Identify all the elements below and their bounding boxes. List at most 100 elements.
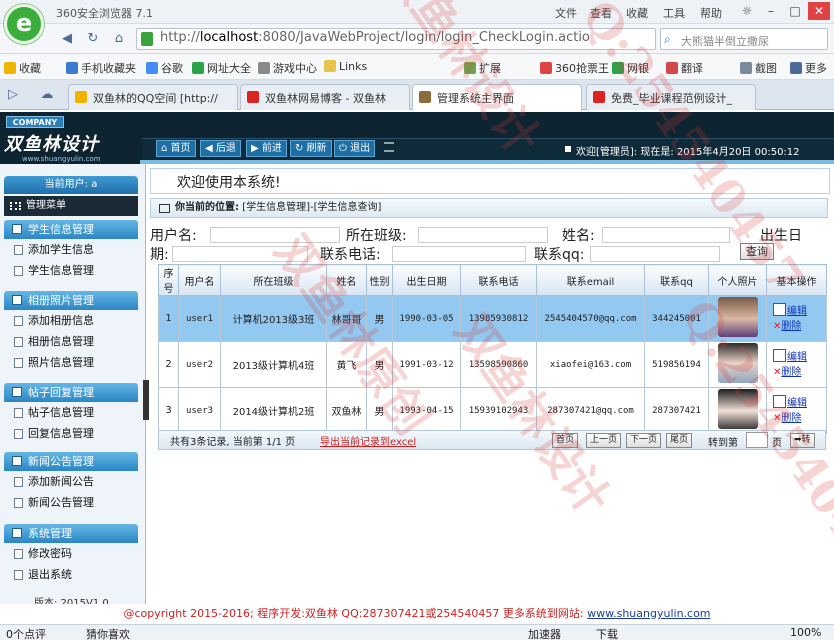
cell-phone: 15939102943: [460, 387, 537, 434]
delete-link[interactable]: 删除: [781, 321, 801, 332]
sidebar-item-photo-manage[interactable]: 照片信息管理: [6, 353, 138, 373]
sidebar-item-news-manage[interactable]: 新闻公告管理: [6, 493, 138, 513]
menu-file[interactable]: 文件: [555, 5, 577, 21]
bookmark-bank[interactable]: 网银: [612, 60, 649, 76]
cell-username: user1: [178, 295, 221, 342]
menu-tools[interactable]: 工具: [663, 5, 685, 21]
phone-input[interactable]: [392, 246, 526, 262]
cell-qq: 344245001: [644, 295, 709, 342]
nav-forward-button[interactable]: ▶ 前进: [246, 140, 287, 157]
group-album[interactable]: 相册照片管理: [4, 291, 138, 310]
table-row[interactable]: 3 user3 2014级计算机2班 双鱼林 男 1993-04-15 1593…: [158, 387, 827, 434]
sidebar-item-change-password[interactable]: 修改密码: [6, 544, 138, 564]
bookmark-sites[interactable]: 网址大全: [192, 60, 251, 76]
maximize-icon[interactable]: □: [784, 2, 806, 20]
footer-site-link[interactable]: www.shuangyulin.com: [587, 607, 710, 620]
sidebar-item-post-manage[interactable]: 帖子信息管理: [6, 403, 138, 423]
tab-free-course[interactable]: 免费_毕业课程范例设计_: [586, 84, 756, 110]
username-label: 用户名:: [150, 228, 197, 244]
delete-link[interactable]: 删除: [781, 413, 801, 424]
bookmark-tickets[interactable]: 360抢票王: [540, 60, 609, 76]
back-icon[interactable]: ◀: [58, 30, 76, 48]
sidebar-item-logout[interactable]: 退出系统: [6, 565, 138, 585]
tab-netease-blog[interactable]: 双鱼林网易博客 - 双鱼林: [240, 84, 410, 110]
folder-icon: [12, 295, 22, 305]
nav-back-button[interactable]: ◀ 后退: [200, 140, 241, 157]
home-icon[interactable]: ⌂: [110, 30, 128, 48]
bookmark-google[interactable]: 谷歌: [146, 60, 183, 76]
bookmark-extensions[interactable]: 扩展: [464, 60, 501, 76]
name-label: 姓名:: [562, 228, 595, 244]
delete-link[interactable]: 删除: [781, 367, 801, 378]
group-post[interactable]: 帖子回复管理: [4, 383, 138, 402]
edit-link[interactable]: 编辑: [787, 352, 807, 363]
phone-label: 联系电话:: [320, 247, 381, 263]
menu-favorites[interactable]: 收藏: [626, 5, 648, 21]
qq-input[interactable]: [590, 246, 720, 262]
sidebar-item-add-album[interactable]: 添加相册信息: [6, 311, 138, 331]
table-row[interactable]: 1 user1 计算机2013级3班 林哥哥 男 1990-03-05 1398…: [158, 295, 827, 342]
folder-icon: [12, 528, 22, 538]
bookmark-screenshot[interactable]: 截图: [740, 60, 777, 76]
col-header: 所在班级: [220, 264, 327, 296]
sidebar-item-add-news[interactable]: 添加新闻公告: [6, 472, 138, 492]
edit-link[interactable]: 编辑: [787, 398, 807, 409]
birth-input[interactable]: [172, 246, 308, 262]
sidebar-item-album-manage[interactable]: 相册信息管理: [6, 332, 138, 352]
cloud-icon[interactable]: ☁: [38, 86, 56, 104]
next-page-button[interactable]: 下一页: [626, 433, 662, 448]
search-input[interactable]: 大熊猫半倒立撒尿: [660, 28, 828, 50]
sidebar-item-student-manage[interactable]: 学生信息管理: [6, 261, 138, 281]
cell-gender: 男: [366, 295, 393, 342]
class-input[interactable]: [418, 227, 548, 243]
export-excel-link[interactable]: 导出当前记录到excel: [320, 433, 416, 448]
table-row[interactable]: 2 user2 2013级计算机4班 黄飞 男 1991-03-12 13598…: [158, 341, 827, 388]
skin-icon[interactable]: ☼: [736, 2, 758, 20]
group-system[interactable]: 系统管理: [4, 524, 138, 543]
sidebar-item-add-student[interactable]: 添加学生信息: [6, 240, 138, 260]
username-input[interactable]: [210, 227, 340, 243]
bookmark-translate[interactable]: 翻译: [666, 60, 703, 76]
goto-page-input[interactable]: [746, 432, 768, 448]
last-page-button[interactable]: 尾页: [666, 433, 693, 448]
menu-view[interactable]: 查看: [590, 5, 612, 21]
col-header: 性别: [366, 264, 393, 296]
name-input[interactable]: [602, 227, 730, 243]
bookmark-favorites[interactable]: 收藏: [4, 60, 41, 76]
bookmark-games[interactable]: 游戏中心: [258, 60, 317, 76]
reload-icon[interactable]: ↻: [84, 30, 102, 48]
bookmark-more[interactable]: 更多: [790, 60, 827, 76]
breadcrumb: 你当前的位置: [学生信息管理]-[学生信息查询]: [150, 198, 828, 218]
minimize-icon[interactable]: –: [760, 2, 782, 20]
location-icon: [159, 204, 170, 213]
group-student[interactable]: 学生信息管理: [4, 220, 138, 239]
edit-link[interactable]: 编辑: [787, 306, 807, 317]
prev-page-button[interactable]: 上一页: [586, 433, 622, 448]
bookmark-mobile[interactable]: 手机收藏夹: [66, 60, 136, 76]
col-header: 联系qq: [644, 264, 709, 296]
class-label: 所在班级:: [346, 228, 407, 244]
nav-refresh-button[interactable]: ↻ 刷新: [290, 140, 332, 157]
page-icon: [14, 245, 23, 255]
group-news[interactable]: 新闻公告管理: [4, 452, 138, 471]
sidebar-item-reply-manage[interactable]: 回复信息管理: [6, 424, 138, 444]
zoom-level[interactable]: 100%: [790, 626, 821, 639]
col-header: 用户名: [178, 264, 221, 296]
cell-index: 3: [158, 387, 179, 434]
go-button[interactable]: ➡转: [790, 433, 815, 448]
first-page-button[interactable]: 首页: [552, 433, 579, 448]
cell-class: 2013级计算机4班: [220, 341, 327, 388]
edit-icon: [773, 395, 786, 408]
menu-help[interactable]: 帮助: [700, 5, 722, 21]
close-icon[interactable]: ✕: [808, 2, 830, 20]
cell-username: user3: [178, 387, 221, 434]
tab-management-main[interactable]: 管理系统主界面: [412, 84, 582, 111]
sidebar-toggle-icon[interactable]: ▷: [4, 86, 22, 104]
nav-home-button[interactable]: ⌂ 首页: [156, 140, 196, 157]
sidebar-collapse-handle[interactable]: [143, 380, 149, 420]
nav-logout-button[interactable]: ⏻ 退出: [334, 140, 376, 157]
query-button[interactable]: 查询: [740, 243, 774, 260]
page-icon: [14, 570, 23, 580]
bookmark-links[interactable]: Links: [324, 60, 367, 73]
tab-qq-space[interactable]: 双鱼林的QQ空间 [http://: [68, 84, 238, 110]
